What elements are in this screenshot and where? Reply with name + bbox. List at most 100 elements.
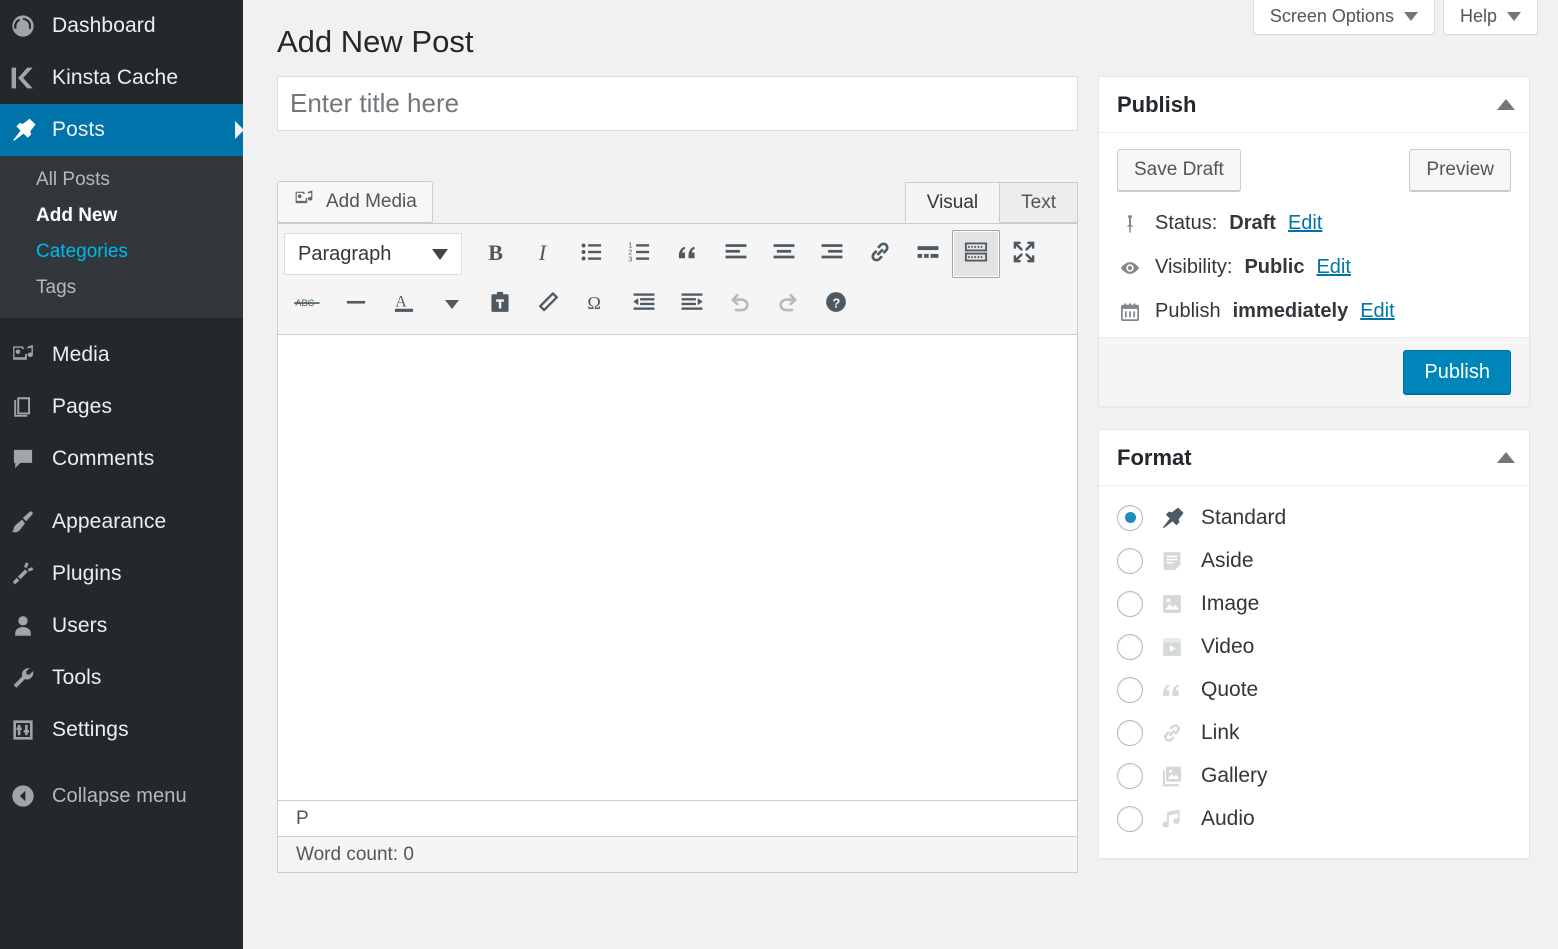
italic-button[interactable]: I bbox=[520, 230, 568, 278]
undo-button[interactable] bbox=[716, 280, 764, 328]
sidebar-item-dashboard[interactable]: Dashboard bbox=[0, 0, 243, 52]
sidebar-item-tools[interactable]: Tools bbox=[0, 652, 243, 704]
chevron-down-icon bbox=[1404, 12, 1418, 21]
pages-icon bbox=[10, 394, 52, 420]
sidebar-subitem-add-new[interactable]: Add New bbox=[0, 198, 243, 234]
svg-text:B: B bbox=[488, 240, 503, 265]
bold-button[interactable]: B bbox=[472, 230, 520, 278]
save-draft-button[interactable]: Save Draft bbox=[1117, 149, 1241, 191]
dashboard-icon bbox=[10, 13, 52, 39]
radio-quote[interactable] bbox=[1117, 677, 1143, 703]
text-color-options-button[interactable] bbox=[428, 280, 476, 328]
radio-aside[interactable] bbox=[1117, 548, 1143, 574]
radio-audio[interactable] bbox=[1117, 806, 1143, 832]
text-color-button[interactable]: A bbox=[380, 280, 428, 328]
publish-panel-header[interactable]: Publish bbox=[1099, 77, 1529, 133]
format-option-video[interactable]: Video bbox=[1117, 625, 1511, 668]
special-character-button[interactable]: Ω bbox=[572, 280, 620, 328]
radio-standard[interactable] bbox=[1117, 505, 1143, 531]
blockquote-button[interactable] bbox=[664, 230, 712, 278]
format-option-audio[interactable]: Audio bbox=[1117, 797, 1511, 840]
sidebar-subitem-tags[interactable]: Tags bbox=[0, 270, 243, 306]
sidebar-item-settings[interactable]: Settings bbox=[0, 704, 243, 756]
status-value: Draft bbox=[1229, 212, 1276, 235]
sidebar-item-label: Settings bbox=[52, 718, 129, 742]
sidebar-item-kinsta-cache[interactable]: Kinsta Cache bbox=[0, 52, 243, 104]
screen-options-button[interactable]: Screen Options bbox=[1253, 0, 1435, 35]
strikethrough-button[interactable]: ABC bbox=[284, 280, 332, 328]
paste-as-text-button[interactable] bbox=[476, 280, 524, 328]
read-more-icon bbox=[915, 239, 941, 270]
insert-link-button[interactable] bbox=[856, 230, 904, 278]
preview-button[interactable]: Preview bbox=[1409, 149, 1511, 191]
format-panel: Format Standard bbox=[1098, 429, 1530, 859]
sidebar-item-pages[interactable]: Pages bbox=[0, 381, 243, 433]
radio-link[interactable] bbox=[1117, 720, 1143, 746]
sidebar-item-label: Comments bbox=[52, 447, 154, 471]
horizontal-line-button[interactable] bbox=[332, 280, 380, 328]
sidebar-item-comments[interactable]: Comments bbox=[0, 433, 243, 485]
sidebar-item-users[interactable]: Users bbox=[0, 600, 243, 652]
format-option-gallery[interactable]: Gallery bbox=[1117, 754, 1511, 797]
increase-indent-button[interactable] bbox=[668, 280, 716, 328]
sidebar-subitem-all-posts[interactable]: All Posts bbox=[0, 162, 243, 198]
sidebar-item-posts[interactable]: Posts bbox=[0, 104, 243, 156]
bulleted-list-button[interactable] bbox=[568, 230, 616, 278]
decrease-indent-button[interactable] bbox=[620, 280, 668, 328]
kinsta-k-icon bbox=[10, 65, 52, 91]
sidebar-subitem-categories[interactable]: Categories bbox=[0, 234, 243, 270]
radio-image[interactable] bbox=[1117, 591, 1143, 617]
sidebar-item-appearance[interactable]: Appearance bbox=[0, 496, 243, 548]
sidebar-item-label: Media bbox=[52, 343, 110, 367]
sidebar-item-media[interactable]: Media bbox=[0, 329, 243, 381]
format-option-quote[interactable]: Quote bbox=[1117, 668, 1511, 711]
align-center-button[interactable] bbox=[760, 230, 808, 278]
keyboard-shortcuts-icon: ? bbox=[823, 289, 849, 320]
numbered-list-button[interactable]: 123 bbox=[616, 230, 664, 278]
help-label: Help bbox=[1460, 6, 1497, 27]
menu-separator bbox=[0, 485, 243, 496]
decrease-indent-icon bbox=[631, 289, 657, 320]
admin-sidebar: Dashboard Kinsta Cache Posts All Posts A… bbox=[0, 0, 243, 949]
pin-icon bbox=[1157, 506, 1187, 530]
chevron-up-icon[interactable] bbox=[1497, 452, 1515, 463]
add-media-button[interactable]: Add Media bbox=[277, 181, 433, 223]
align-right-button[interactable] bbox=[808, 230, 856, 278]
undo-icon bbox=[727, 289, 753, 320]
add-media-label: Add Media bbox=[326, 191, 417, 213]
edit-visibility-link[interactable]: Edit bbox=[1316, 256, 1350, 279]
tab-visual[interactable]: Visual bbox=[905, 182, 1000, 223]
italic-icon: I bbox=[531, 239, 557, 270]
paragraph-format-select[interactable]: Paragraph bbox=[284, 233, 462, 275]
publish-panel-body: Save Draft Preview Status: Draft Edit bbox=[1099, 133, 1529, 337]
toolbar-toggle-button[interactable] bbox=[952, 230, 1000, 278]
help-button[interactable]: Help bbox=[1443, 0, 1538, 35]
edit-status-link[interactable]: Edit bbox=[1288, 212, 1322, 235]
radio-video[interactable] bbox=[1117, 634, 1143, 660]
format-option-image[interactable]: Image bbox=[1117, 582, 1511, 625]
post-title-input[interactable] bbox=[288, 87, 1067, 120]
radio-gallery[interactable] bbox=[1117, 763, 1143, 789]
format-option-link[interactable]: Link bbox=[1117, 711, 1511, 754]
keyboard-shortcuts-button[interactable]: ? bbox=[812, 280, 860, 328]
editor-toolbar: Paragraph B I bbox=[277, 223, 1078, 334]
format-label: Aside bbox=[1201, 549, 1254, 573]
chevron-up-icon[interactable] bbox=[1497, 99, 1515, 110]
sidebar-item-plugins[interactable]: Plugins bbox=[0, 548, 243, 600]
tab-text[interactable]: Text bbox=[1000, 182, 1078, 223]
status-prefix: Status: bbox=[1155, 212, 1217, 235]
clear-formatting-button[interactable] bbox=[524, 280, 572, 328]
align-left-button[interactable] bbox=[712, 230, 760, 278]
collapse-menu-button[interactable]: Collapse menu bbox=[0, 770, 243, 822]
fullscreen-button[interactable] bbox=[1000, 230, 1048, 278]
sidebar-item-label: Posts bbox=[52, 118, 105, 142]
format-panel-header[interactable]: Format bbox=[1099, 430, 1529, 486]
format-option-aside[interactable]: Aside bbox=[1117, 539, 1511, 582]
edit-schedule-link[interactable]: Edit bbox=[1360, 300, 1394, 323]
read-more-button[interactable] bbox=[904, 230, 952, 278]
format-option-standard[interactable]: Standard bbox=[1117, 496, 1511, 539]
redo-button[interactable] bbox=[764, 280, 812, 328]
publish-button[interactable]: Publish bbox=[1403, 350, 1511, 394]
format-label: Standard bbox=[1201, 506, 1286, 530]
editor-content-area[interactable] bbox=[277, 334, 1078, 801]
